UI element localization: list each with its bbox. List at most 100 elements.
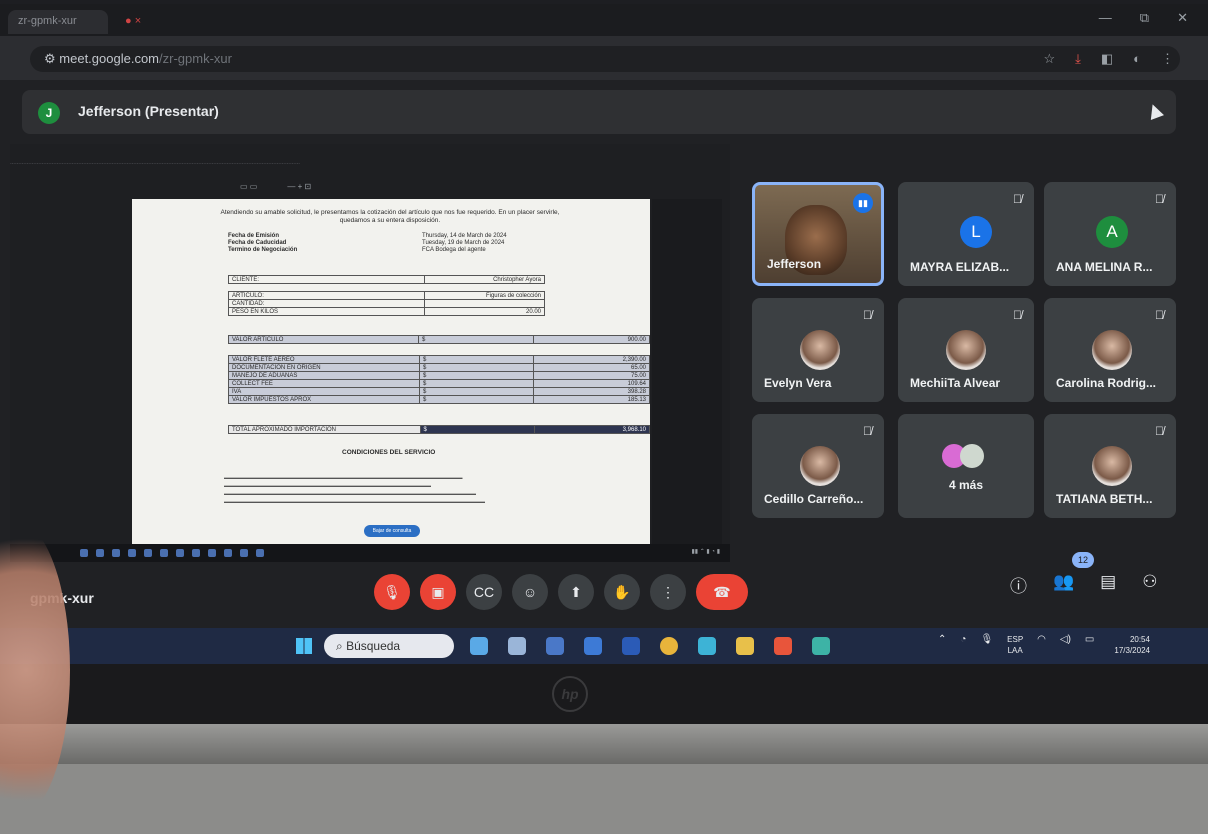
word-icon[interactable] <box>622 637 640 655</box>
participant-tile[interactable]: 🎙̸ L MAYRA ELIZAB... <box>898 182 1034 286</box>
captions-icon[interactable]: CC <box>466 574 502 610</box>
participant-tile[interactable]: 🎙̸ TATIANA BETH... <box>1044 414 1176 518</box>
article-row-label: PESO EN KILOS <box>228 307 425 316</box>
pdf-page-indicator[interactable]: ▭ ▭ <box>240 182 257 191</box>
emoji-icon[interactable]: ☺ <box>512 574 548 610</box>
search-label: Búsqueda <box>346 639 401 653</box>
laptop-hinge <box>0 724 1208 764</box>
article-value-label: VALOR ARTICULO <box>228 335 419 344</box>
article-row-label: CANTIDAD: <box>228 299 425 308</box>
article-row-value: Figuras de colección <box>424 291 545 300</box>
document-link-button[interactable]: Bajar de consulta <box>364 525 420 537</box>
store-icon[interactable] <box>698 637 716 655</box>
url-field[interactable]: ⚙ meet.google.com/zr-gpmk-xur <box>30 46 1180 72</box>
activities-icon[interactable]: ⚇ <box>1142 572 1157 597</box>
zoom-icon[interactable] <box>584 637 602 655</box>
participant-name: TATIANA BETH... <box>1056 492 1153 506</box>
clock-date: 17/3/2024 <box>1114 646 1150 655</box>
restore-icon[interactable]: ⧉ <box>1140 10 1149 26</box>
meeting-side-tools: ⓘ 👥 ▤ ⚇ <box>1010 572 1157 597</box>
system-tray: ⌃ ◔ 🎙 ESP LAA ◠ ◁) ▭ 20:54 17/3/2024 <box>938 634 1150 656</box>
participant-avatar <box>1092 446 1132 486</box>
pdf-zoom-control[interactable]: — + ⊡ <box>287 182 311 191</box>
camera-off-icon[interactable]: ▣ <box>420 574 456 610</box>
cost-row-label: COLLECT FEE <box>228 379 420 388</box>
more-participants-tile[interactable]: 4 más <box>898 414 1034 518</box>
wifi-icon[interactable]: ◠ <box>1037 634 1046 656</box>
currency-symbol: $ <box>418 395 535 404</box>
clock-time: 20:54 <box>1129 635 1150 644</box>
chat-icon[interactable]: ▤ <box>1100 572 1116 597</box>
conditions-paragraph: ▬▬▬▬▬▬▬▬▬▬▬▬▬▬▬▬▬▬▬▬▬▬▬▬▬▬▬▬▬▬▬▬▬▬▬▬▬▬▬▬… <box>224 475 463 480</box>
participant-tile[interactable]: 🎙̸ Evelyn Vera <box>752 298 884 402</box>
participant-avatar <box>946 330 986 370</box>
presenter-avatar: J <box>38 102 60 124</box>
download-icon[interactable]: ⤓ <box>1075 51 1081 67</box>
presenter-taskbar: ▮▮ ⌃ ▮ ◔ ▮ <box>10 544 730 562</box>
participant-tile[interactable]: 🎙̸ A ANA MELINA R... <box>1044 182 1176 286</box>
info-icon[interactable]: ⓘ <box>1010 572 1027 597</box>
app-icon[interactable] <box>812 637 830 655</box>
battery-icon[interactable]: ▭ <box>1085 634 1094 656</box>
pdf-toolbar: ▭ ▭ — + ⊡ <box>240 182 311 191</box>
total-label: TOTAL APROXIMADO IMPORTACION <box>228 425 421 434</box>
browser-menu-icon[interactable]: ⋮ <box>1161 51 1174 67</box>
present-icon[interactable]: ⬆ <box>558 574 594 610</box>
currency-symbol: $ <box>418 387 535 396</box>
language-indicator[interactable]: ESP LAA <box>1007 634 1023 656</box>
tray-overflow-icon[interactable]: ⌃ <box>938 634 946 656</box>
close-icon[interactable]: ✕ <box>1177 10 1188 26</box>
bookmark-star-icon[interactable]: ☆ <box>1043 51 1055 67</box>
volume-icon[interactable]: ◁) <box>1060 634 1071 656</box>
laptop-bezel <box>0 664 1208 724</box>
cost-row-label: VALOR IMPUESTOS APROX <box>228 395 420 404</box>
brave-icon[interactable] <box>774 637 792 655</box>
conditions-paragraph: ▬▬▬▬▬▬▬▬▬▬▬▬▬▬▬▬▬▬▬▬▬▬▬▬▬▬▬▬▬▬▬▬▬▬▬▬▬▬▬▬… <box>224 499 485 504</box>
mic-off-icon[interactable]: 🎙 <box>374 574 410 610</box>
presenter-tray: ▮▮ ⌃ ▮ ◔ ▮ <box>691 549 720 555</box>
widgets-icon[interactable] <box>470 637 488 655</box>
cost-row-label: VALOR FLETE AEREO <box>228 355 420 364</box>
hangup-icon[interactable]: ☎ <box>696 574 748 610</box>
raise-hand-icon[interactable]: ✋ <box>604 574 640 610</box>
participant-tile[interactable]: 🎙̸ Carolina Rodrig... <box>1044 298 1176 402</box>
laptop-keyboard-deck <box>0 764 1208 834</box>
people-icon[interactable]: 👥 <box>1053 572 1074 597</box>
mic-off-icon: 🎙̸ <box>1155 424 1164 438</box>
chrome-icon[interactable] <box>660 637 678 655</box>
site-info-icon[interactable]: ⚙ <box>44 51 59 66</box>
participant-tile[interactable]: ▮▮ Jefferson <box>752 182 884 286</box>
currency-symbol: $ <box>418 355 535 364</box>
browser-tab[interactable]: zr-gpmk-xur <box>8 10 108 34</box>
windows-start-icon[interactable] <box>296 638 312 654</box>
participant-name: ANA MELINA R... <box>1056 260 1153 274</box>
table-row: ARTICULO: Figuras de colección <box>228 291 545 300</box>
meet-app-icon[interactable] <box>546 637 564 655</box>
side-panel-icon[interactable]: ◧ <box>1101 51 1113 67</box>
participant-tile[interactable]: 🎙̸ Cedillo Carreño... <box>752 414 884 518</box>
url-host: meet.google.com <box>59 51 160 66</box>
quotation-document: Atendiendo su amable solicitud, le prese… <box>132 199 650 544</box>
more-participants-label: 4 más <box>948 478 984 492</box>
total-amount: 3,968.10 <box>533 425 650 434</box>
file-explorer-icon[interactable] <box>736 637 754 655</box>
article-row-label: ARTICULO: <box>228 291 425 300</box>
issue-date-label: Fecha de Emisión <box>228 233 280 239</box>
taskbar-clock[interactable]: 20:54 17/3/2024 <box>1114 634 1150 656</box>
participant-tile[interactable]: 🎙̸ MechiiTa Alvear <box>898 298 1034 402</box>
conditions-title: CONDICIONES DEL SERVICIO <box>342 449 436 456</box>
cost-row-value: 65.00 <box>533 363 650 372</box>
task-view-icon[interactable] <box>508 637 526 655</box>
browser-tab-bar: zr-gpmk-xur ● × — ⧉ ✕ <box>0 4 1208 36</box>
pdf-scroll-area[interactable] <box>652 199 722 544</box>
cost-row-label: IVA <box>228 387 420 396</box>
minimize-icon[interactable]: — <box>1099 10 1112 26</box>
conditions-paragraph: ▬▬▬▬▬▬▬▬▬▬▬▬▬▬▬▬▬▬▬▬▬▬▬▬▬▬▬▬▬▬▬▬▬▬▬▬▬▬▬▬… <box>224 491 476 496</box>
more-options-icon[interactable]: ⋮ <box>650 574 686 610</box>
windows-taskbar: ⌕ Búsqueda ⌃ ◔ 🎙 ESP LAA ◠ ◁) ▭ 20:54 17… <box>0 628 1208 664</box>
taskbar-search[interactable]: ⌕ Búsqueda <box>324 634 454 658</box>
network-icon[interactable]: ◔ <box>960 634 966 656</box>
profile-icon[interactable]: ◐ <box>1133 51 1141 67</box>
mic-icon[interactable]: 🎙 <box>980 634 993 656</box>
recording-tab-icon[interactable]: ● × <box>115 10 165 34</box>
